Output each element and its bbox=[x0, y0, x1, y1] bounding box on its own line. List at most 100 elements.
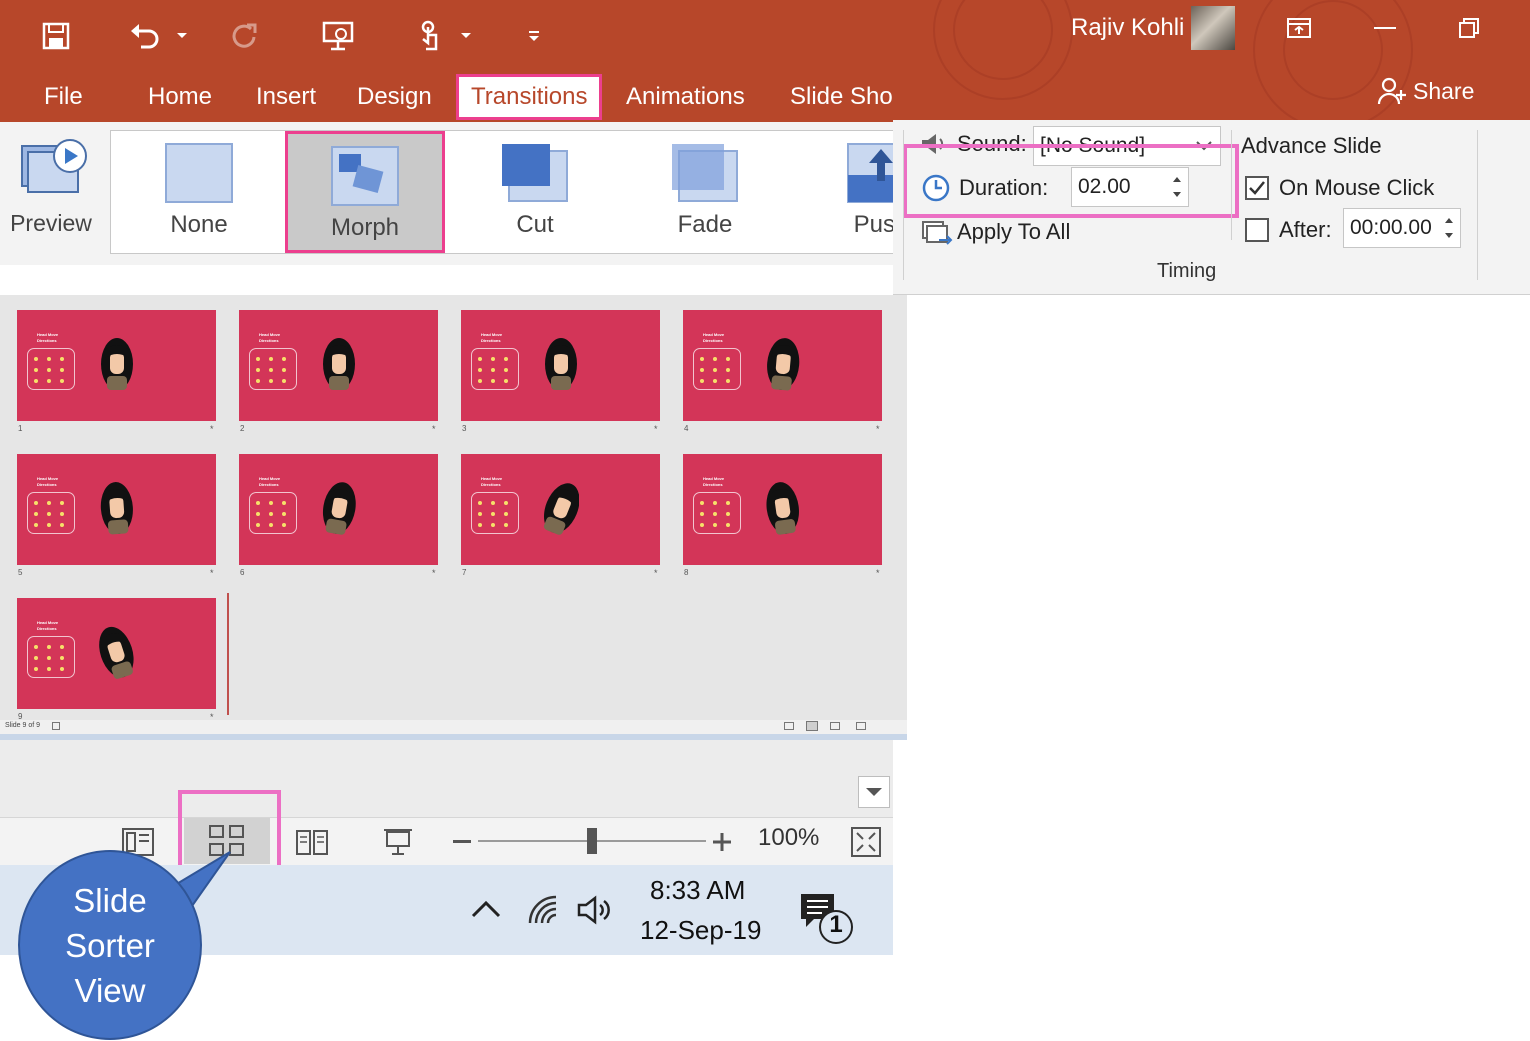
after-checkbox[interactable] bbox=[1245, 218, 1269, 242]
slide-thumbnail[interactable]: Head Move Directions bbox=[17, 310, 216, 421]
slide-thumbnail[interactable]: Head Move Directions bbox=[461, 310, 660, 421]
scroll-down-button[interactable] bbox=[858, 776, 890, 808]
after-time-input[interactable]: 00:00.00 bbox=[1343, 208, 1461, 248]
slideshow-button[interactable] bbox=[378, 822, 418, 862]
normal-view-icon[interactable] bbox=[784, 722, 794, 730]
on-mouse-click-option[interactable]: On Mouse Click bbox=[1245, 170, 1434, 206]
transition-indicator-icon[interactable]: * bbox=[432, 568, 436, 578]
wifi-icon[interactable] bbox=[526, 893, 562, 927]
dot bbox=[282, 368, 286, 372]
touch-mode-icon[interactable] bbox=[410, 14, 450, 58]
slide-count-status: Slide 9 of 9 bbox=[5, 722, 41, 729]
transition-indicator-icon[interactable]: * bbox=[654, 568, 658, 578]
speaker-icon[interactable] bbox=[576, 893, 616, 927]
clock-time[interactable]: 8:33 AM bbox=[650, 875, 745, 906]
slide-thumbnail[interactable]: Head Move Directions bbox=[17, 454, 216, 565]
slide-thumbnail[interactable]: Head Move Directions bbox=[683, 310, 882, 421]
apply-to-all-button[interactable]: Apply To All bbox=[921, 214, 1070, 250]
transition-morph[interactable]: Morph bbox=[285, 131, 445, 253]
slide-thumbnail[interactable]: Head Move Directions bbox=[683, 454, 882, 565]
slide-thumbnail[interactable]: Head Move Directions bbox=[239, 454, 438, 565]
transition-morph-icon bbox=[331, 146, 399, 206]
fit-to-window-button[interactable] bbox=[846, 822, 886, 862]
on-mouse-click-checkbox[interactable] bbox=[1245, 176, 1269, 200]
character-head-graphic bbox=[767, 338, 800, 391]
reading-view-icon bbox=[296, 830, 328, 855]
slide-thumbnail[interactable]: Head Move Directions bbox=[17, 598, 216, 709]
share-button[interactable]: Share bbox=[1377, 74, 1474, 108]
customize-qat-icon[interactable] bbox=[522, 14, 546, 58]
tab-insert[interactable]: Insert bbox=[256, 78, 316, 116]
save-icon[interactable] bbox=[36, 14, 76, 58]
reading-view-icon[interactable] bbox=[830, 722, 840, 730]
transition-label: Push bbox=[853, 211, 899, 238]
minus-icon bbox=[453, 840, 471, 843]
undo-icon[interactable] bbox=[124, 14, 168, 58]
dot bbox=[700, 512, 704, 516]
slide-thumbnail[interactable]: Head Move Directions bbox=[239, 310, 438, 421]
dot bbox=[700, 523, 704, 527]
dot bbox=[256, 523, 260, 527]
undo-dropdown-icon[interactable] bbox=[172, 14, 192, 58]
slide-thumbnail[interactable]: Head Move Directions bbox=[461, 454, 660, 565]
transition-indicator-icon[interactable]: * bbox=[654, 424, 658, 434]
transition-indicator-icon[interactable]: * bbox=[432, 424, 436, 434]
direction-pad-graphic bbox=[693, 348, 741, 390]
group-divider bbox=[903, 130, 904, 280]
transition-indicator-icon[interactable]: * bbox=[876, 424, 880, 434]
avatar[interactable] bbox=[1191, 6, 1235, 50]
zoom-out-button[interactable] bbox=[442, 822, 482, 862]
slide-number: 1 bbox=[18, 424, 23, 433]
transition-push[interactable]: Push bbox=[801, 131, 899, 253]
tab-transitions[interactable]: Transitions bbox=[456, 74, 603, 120]
chevron-up-icon[interactable] bbox=[470, 899, 502, 919]
dot bbox=[60, 357, 64, 361]
slideshow-view-icon[interactable] bbox=[856, 722, 866, 730]
tab-file[interactable]: File bbox=[44, 78, 83, 116]
tab-animations[interactable]: Animations bbox=[626, 78, 745, 116]
callout-line: Sorter bbox=[65, 927, 155, 964]
reading-view-button[interactable] bbox=[292, 822, 332, 862]
tab-slide-show[interactable]: Slide Sho bbox=[790, 78, 893, 116]
zoom-in-button[interactable] bbox=[702, 822, 742, 862]
zoom-level[interactable]: 100% bbox=[758, 824, 819, 852]
dot bbox=[504, 523, 508, 527]
insertion-marker bbox=[227, 593, 229, 715]
dot bbox=[34, 656, 38, 660]
tab-home[interactable]: Home bbox=[148, 78, 212, 116]
dot bbox=[47, 656, 51, 660]
present-from-start-icon[interactable] bbox=[316, 14, 360, 58]
slide-title: Head Move Directions bbox=[37, 620, 59, 631]
dot bbox=[269, 379, 273, 383]
redo-icon[interactable] bbox=[224, 14, 264, 58]
notes-icon[interactable] bbox=[52, 722, 60, 730]
transition-cut[interactable]: Cut bbox=[455, 131, 615, 253]
timing-group-label: Timing bbox=[1157, 260, 1217, 282]
transition-fade[interactable]: Fade bbox=[625, 131, 785, 253]
zoom-slider-thumb[interactable] bbox=[587, 828, 597, 854]
transition-none[interactable]: None bbox=[119, 131, 279, 253]
slide-title: Head Move Directions bbox=[259, 476, 281, 487]
touch-dropdown-icon[interactable] bbox=[456, 14, 476, 58]
dot bbox=[256, 357, 260, 361]
transition-indicator-icon[interactable]: * bbox=[210, 568, 214, 578]
minimize-icon[interactable] bbox=[1365, 12, 1405, 44]
dot bbox=[504, 512, 508, 516]
editor-bottom-area bbox=[0, 740, 893, 817]
dot bbox=[34, 379, 38, 383]
transition-indicator-icon[interactable]: * bbox=[876, 568, 880, 578]
dot bbox=[491, 523, 495, 527]
preview-button[interactable]: Preview bbox=[4, 130, 98, 250]
dot bbox=[282, 512, 286, 516]
clock-date[interactable]: 12-Sep-19 bbox=[640, 915, 761, 946]
user-name[interactable]: Rajiv Kohli bbox=[1071, 14, 1184, 42]
ribbon-display-options-icon[interactable] bbox=[1279, 12, 1319, 44]
checkmark-icon bbox=[1249, 181, 1265, 195]
sorter-view-icon[interactable] bbox=[806, 721, 818, 731]
tab-design[interactable]: Design bbox=[357, 78, 432, 116]
restore-icon[interactable] bbox=[1449, 12, 1489, 44]
after-option[interactable]: After: bbox=[1245, 212, 1332, 248]
transition-indicator-icon[interactable]: * bbox=[210, 424, 214, 434]
group-divider bbox=[1231, 130, 1232, 240]
dot bbox=[713, 379, 717, 383]
